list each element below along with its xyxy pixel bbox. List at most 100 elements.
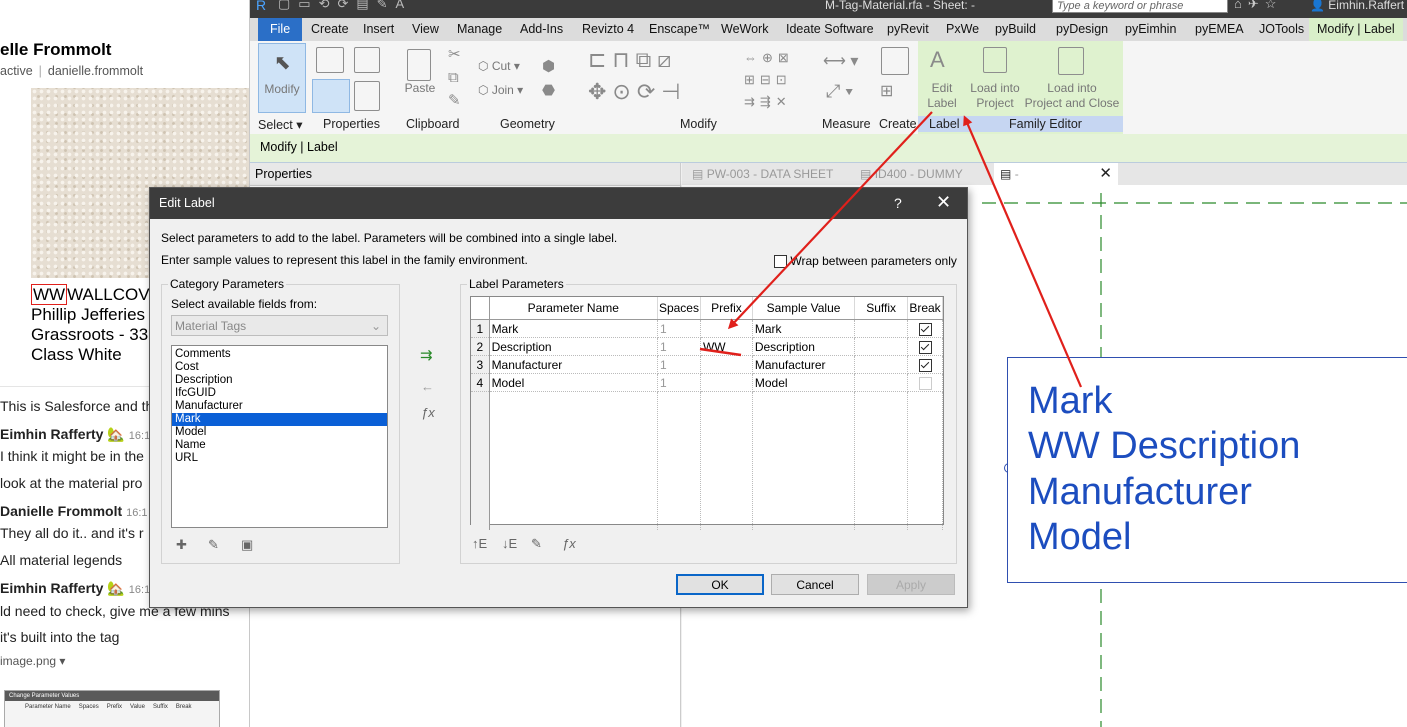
- tab-pydesign[interactable]: pyDesign: [1056, 18, 1108, 41]
- view-tab[interactable]: ▤ PW-003 - DATA SHEET: [692, 163, 833, 185]
- table-row[interactable]: 4 Model 1 Model: [471, 373, 943, 392]
- tab-pybuild[interactable]: pyBuild: [995, 18, 1036, 41]
- category-dropdown[interactable]: Material Tags ⌄: [171, 315, 388, 336]
- break-cell[interactable]: [907, 355, 943, 374]
- label-parameters-table[interactable]: Parameter Name Spaces Prefix Sample Valu…: [470, 296, 944, 530]
- prefix-cell[interactable]: [700, 319, 753, 338]
- load-into-project-icon[interactable]: [983, 47, 1007, 73]
- tab-modify-label[interactable]: Modify | Label: [1309, 18, 1403, 41]
- type-properties-icon[interactable]: [316, 47, 344, 73]
- break-cell[interactable]: [907, 319, 943, 338]
- remove-parameter-arrow-icon[interactable]: ←: [421, 379, 434, 394]
- match-properties-icon[interactable]: ✎: [448, 91, 461, 109]
- spaces-cell[interactable]: 1: [657, 319, 701, 338]
- available-fields-list[interactable]: Comments Cost Description IfcGUID Manufa…: [171, 345, 388, 528]
- tab-view[interactable]: View: [412, 18, 439, 41]
- load-and-close-button[interactable]: Load into Project and Close: [1022, 81, 1122, 111]
- group-select[interactable]: Select ▾: [258, 117, 303, 132]
- column-header[interactable]: Parameter Name: [489, 297, 658, 320]
- sample-value-cell[interactable]: Description: [752, 337, 856, 356]
- suffix-cell[interactable]: [854, 337, 908, 356]
- dialog-titlebar[interactable]: Edit Label ? ✕: [150, 188, 967, 219]
- column-header[interactable]: Prefix: [700, 297, 753, 320]
- prefix-cell[interactable]: WW: [700, 337, 753, 356]
- spaces-cell[interactable]: 1: [657, 355, 701, 374]
- label-preview-box[interactable]: Mark WW Description Manufacturer Model: [1007, 357, 1407, 583]
- load-and-close-icon[interactable]: [1058, 47, 1084, 75]
- load-into-project-button[interactable]: Load into Project: [966, 81, 1024, 111]
- new-parameter-icon[interactable]: ✚: [176, 537, 187, 553]
- help-icon[interactable]: ?: [894, 195, 902, 211]
- list-item[interactable]: Manufacturer: [172, 400, 387, 413]
- ok-button[interactable]: OK: [676, 574, 764, 595]
- view-tab[interactable]: ▤ ID400 - DUMMY: [860, 163, 963, 185]
- list-item-selected[interactable]: Mark: [172, 413, 387, 426]
- edit-label-button[interactable]: Edit Label: [922, 81, 962, 111]
- list-item[interactable]: IfcGUID: [172, 387, 387, 400]
- tab-wework[interactable]: WeWork: [721, 18, 768, 41]
- sample-value-cell[interactable]: Mark: [752, 319, 856, 338]
- list-item[interactable]: Name: [172, 439, 387, 452]
- break-cell[interactable]: [907, 337, 943, 356]
- list-item[interactable]: URL: [172, 452, 387, 465]
- formula-icon[interactable]: ƒx: [562, 536, 576, 551]
- paint-icon[interactable]: ⬣: [542, 81, 555, 99]
- close-icon[interactable]: ✕: [936, 192, 951, 213]
- suffix-cell[interactable]: [854, 319, 908, 338]
- copy-icon[interactable]: ⧉: [448, 69, 459, 86]
- tab-revizto[interactable]: Revizto 4: [582, 18, 634, 41]
- join-geometry-button[interactable]: ⬡ Join ▾: [478, 83, 523, 98]
- dimension-icon[interactable]: ⤢ ▾: [826, 81, 853, 102]
- parameter-name-cell[interactable]: Description: [489, 337, 658, 356]
- formula-icon[interactable]: ƒx: [421, 405, 435, 420]
- attachment-name[interactable]: image.png ▾: [0, 654, 65, 668]
- suffix-cell[interactable]: [854, 355, 908, 374]
- paste-icon[interactable]: [407, 49, 431, 81]
- family-category-icon[interactable]: [354, 81, 380, 111]
- spaces-cell[interactable]: 1: [657, 337, 701, 356]
- move-up-icon[interactable]: ↑E: [472, 536, 487, 551]
- parameter-name-cell[interactable]: Manufacturer: [489, 355, 658, 374]
- cut-geometry-button[interactable]: ⬡ Cut ▾: [478, 59, 520, 74]
- help-icons[interactable]: ⌂✈☆: [1234, 0, 1282, 12]
- user-name[interactable]: 👤 Eimhin.Raffert: [1310, 0, 1404, 12]
- properties-toggle-icon[interactable]: [312, 79, 350, 113]
- tab-jotools[interactable]: JOTools: [1259, 18, 1304, 41]
- prefix-cell[interactable]: [700, 355, 753, 374]
- table-row[interactable]: 1 Mark 1 Mark: [471, 319, 943, 338]
- table-row[interactable]: 3 Manufacturer 1 Manufacturer: [471, 355, 943, 374]
- modify-button[interactable]: ⬉ Modify: [258, 43, 306, 113]
- cut-scissors-icon[interactable]: ✂: [448, 45, 461, 63]
- tab-insert[interactable]: Insert: [363, 18, 394, 41]
- parameter-name-cell[interactable]: Mark: [489, 319, 658, 338]
- suffix-cell[interactable]: [854, 373, 908, 392]
- edit-label-icon[interactable]: A: [930, 47, 945, 73]
- prefix-cell[interactable]: [700, 373, 753, 392]
- revit-logo-icon[interactable]: R: [256, 0, 266, 13]
- tab-pyeimhin[interactable]: pyEimhin: [1125, 18, 1176, 41]
- tab-ideate[interactable]: Ideate Software: [786, 18, 874, 41]
- tab-manage[interactable]: Manage: [457, 18, 502, 41]
- add-parameter-arrow-icon[interactable]: ⇉: [420, 346, 433, 364]
- cancel-button[interactable]: Cancel: [771, 574, 859, 595]
- tab-enscape[interactable]: Enscape™: [649, 18, 710, 41]
- wrap-checkbox[interactable]: Wrap between parameters only: [774, 254, 957, 269]
- list-item[interactable]: Comments: [172, 348, 387, 361]
- tab-file[interactable]: File: [258, 18, 303, 41]
- paste-button[interactable]: Paste: [400, 81, 440, 96]
- list-item[interactable]: Description: [172, 374, 387, 387]
- move-down-icon[interactable]: ↓E: [502, 536, 517, 551]
- tab-pxwe[interactable]: PxWe: [946, 18, 979, 41]
- parameter-name-cell[interactable]: Model: [489, 373, 658, 392]
- column-header[interactable]: Spaces: [657, 297, 701, 320]
- edit-parameter-icon[interactable]: ✎: [531, 536, 542, 552]
- delete-parameter-icon[interactable]: ▣: [241, 537, 253, 553]
- view-tab-active[interactable]: ▤ - ✕: [994, 163, 1118, 185]
- tab-pyrevit[interactable]: pyRevit: [887, 18, 929, 41]
- create-group-icon[interactable]: [881, 47, 909, 75]
- align-offset-mirror-icons[interactable]: ⊏⊓⧉⧄: [588, 47, 677, 73]
- move-copy-rotate-icons[interactable]: ✥⊙⟳⊣: [588, 79, 686, 105]
- family-types-icon[interactable]: [354, 47, 380, 73]
- sample-value-cell[interactable]: Manufacturer: [752, 355, 856, 374]
- table-row[interactable]: 2 Description 1 WW Description: [471, 337, 943, 356]
